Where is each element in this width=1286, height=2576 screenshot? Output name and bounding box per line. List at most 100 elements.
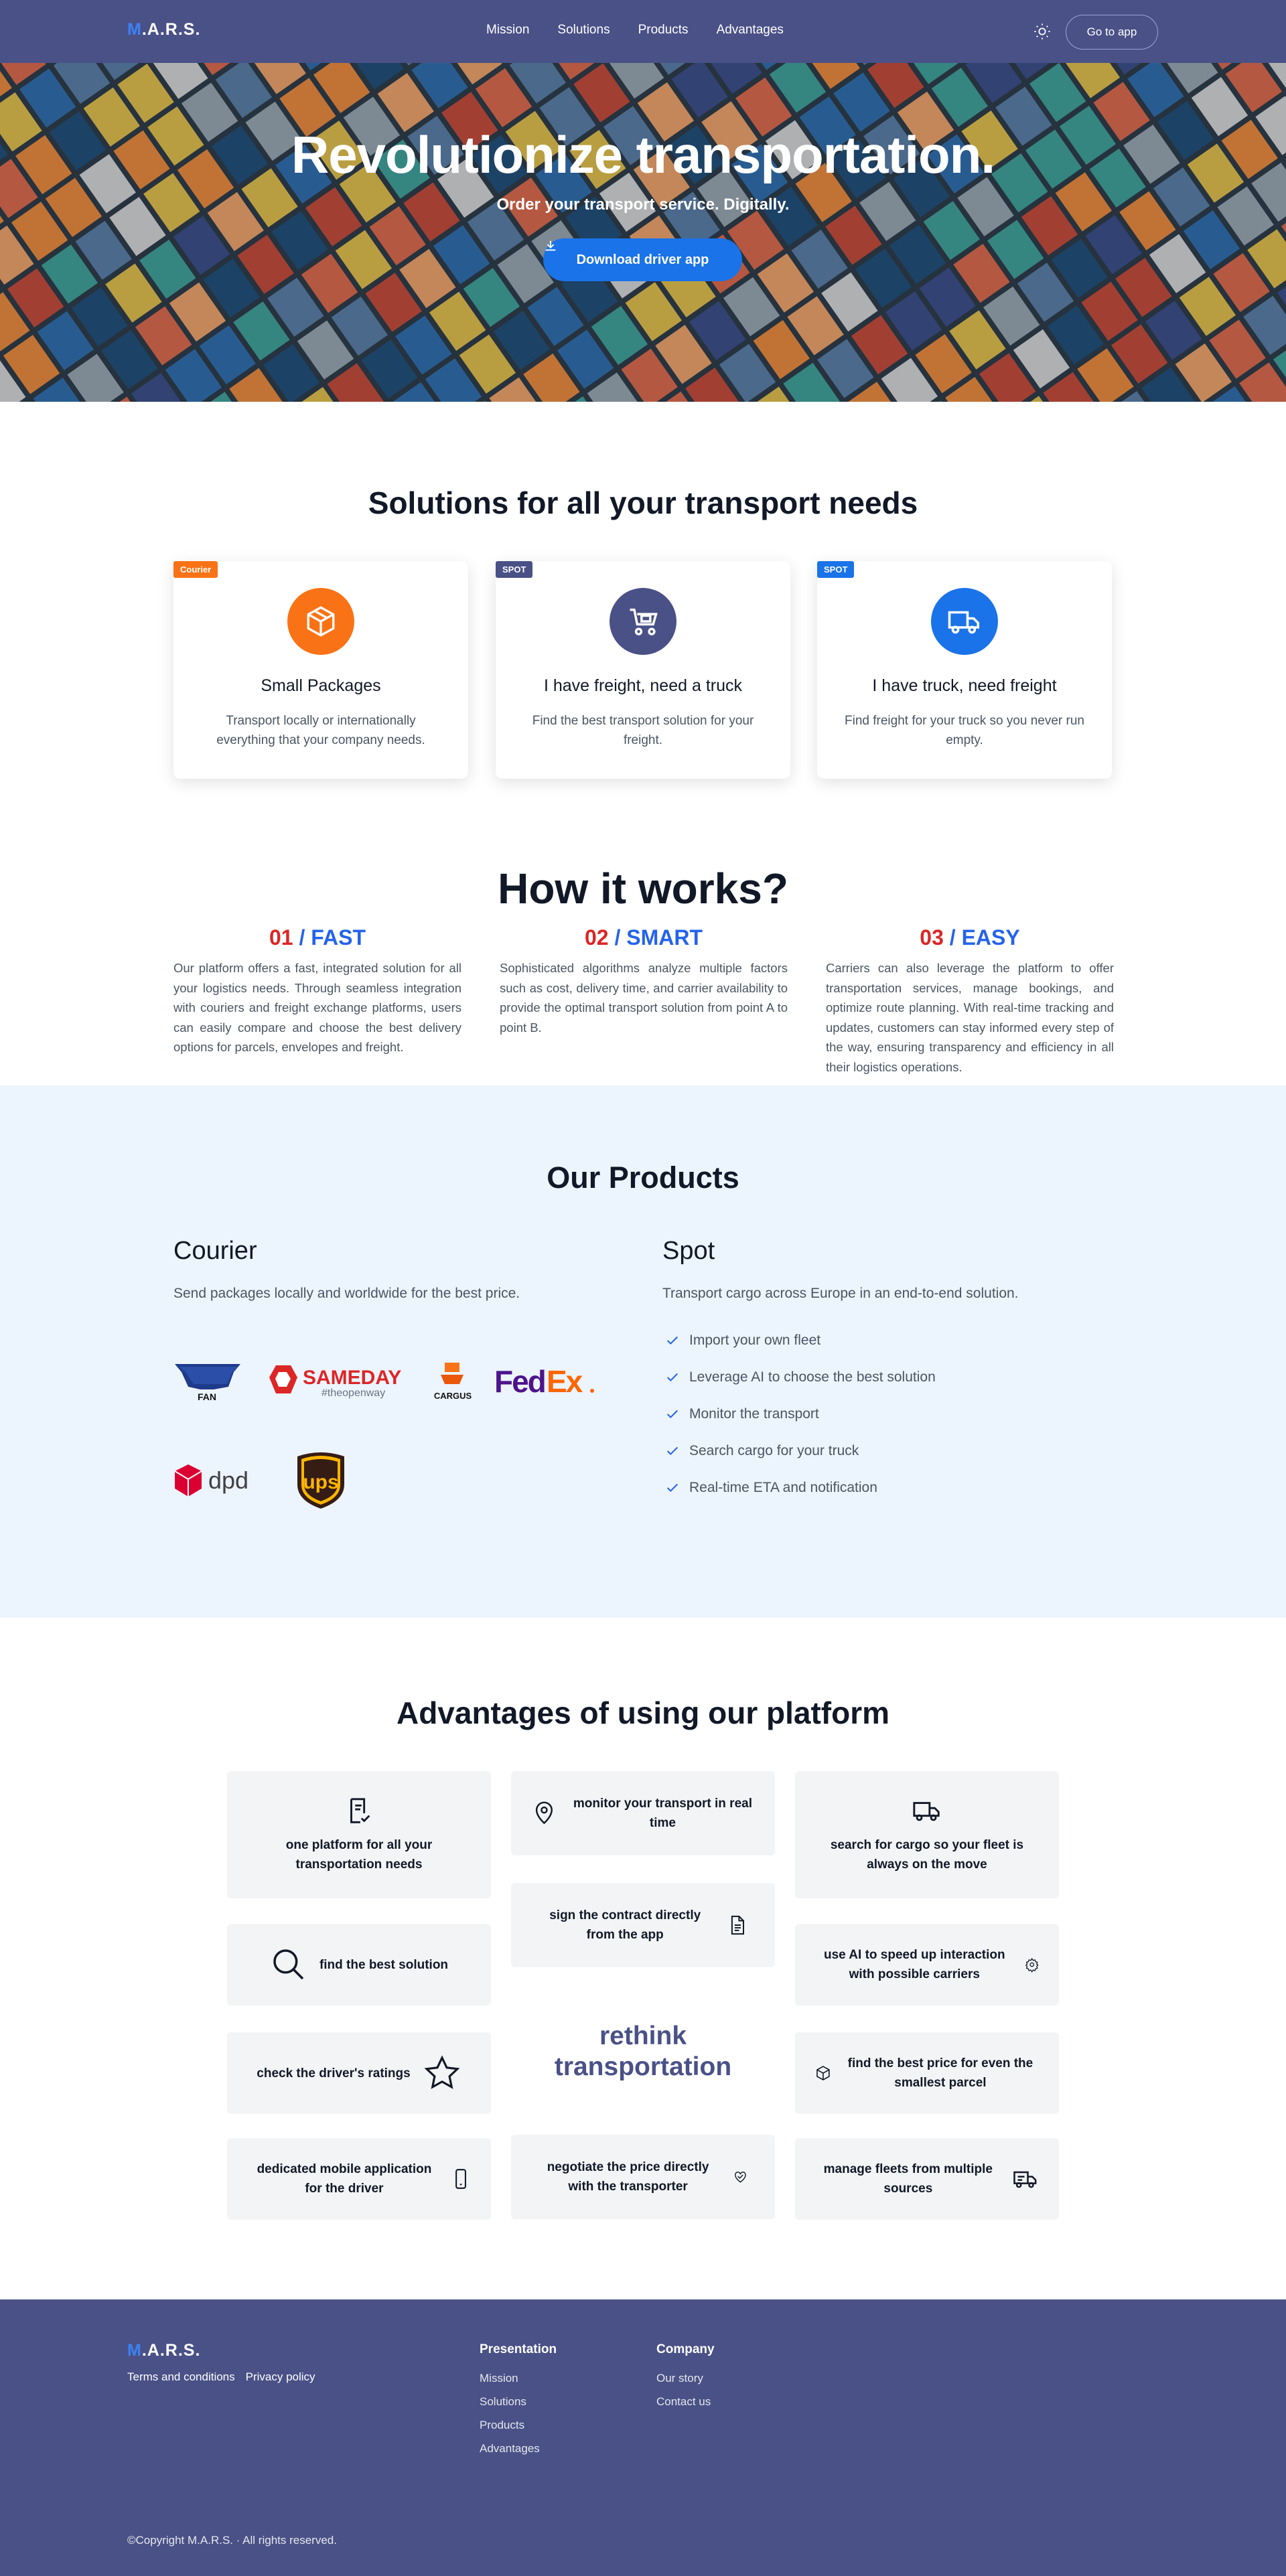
solutions-title: Solutions for all your transport needs (368, 485, 918, 520)
spot-feature: Search cargo for your truck (665, 1443, 859, 1459)
advantage-use-ai: use AI to speed up interaction with poss… (795, 1924, 1059, 2005)
how-it-works-title: How it works? (498, 864, 788, 913)
phone-icon (455, 2169, 466, 2189)
handshake-heart-icon (735, 2172, 746, 2183)
footer-link-contact[interactable]: Contact us (656, 2390, 715, 2413)
step-number: 02 (584, 925, 609, 950)
fedex-logo: Fed Ex (494, 1364, 594, 1399)
advantage-label: use AI to speed up interaction with poss… (823, 1948, 1005, 1981)
card-badge: SPOT (817, 561, 855, 578)
feature-label: Import your own fleet (689, 1333, 821, 1348)
card-badge: SPOT (496, 561, 533, 578)
advantage-monitor-transport: monitor your transport in real time (511, 1771, 775, 1855)
step-text: Our platform offers a fast, integrated s… (173, 961, 461, 1054)
step-number: 03 (920, 925, 944, 950)
sameday-tagline: #theopenway (322, 1387, 385, 1399)
fedex-ex-text: Ex (547, 1364, 583, 1399)
courier-text: Send packages locally and worldwide for … (173, 1286, 520, 1301)
nav-link-advantages[interactable]: Advantages (717, 23, 784, 37)
advantage-label: dedicated mobile application for the dri… (257, 2162, 432, 2196)
privacy-link[interactable]: Privacy policy (246, 2370, 315, 2384)
checklist-icon (350, 1798, 370, 1823)
download-driver-app-button[interactable]: Download driver app (543, 238, 742, 281)
footer-link-solutions[interactable]: Solutions (480, 2390, 557, 2413)
card-text: Transport locally or internationally eve… (216, 714, 425, 747)
advantage-search-cargo: search for cargo so your fleet is always… (795, 1771, 1059, 1898)
map-pin-icon (535, 1801, 553, 1825)
advantage-label: monitor your transport in real time (573, 1797, 752, 1830)
rethink-transportation-tagline: rethink transportation (554, 2022, 732, 2081)
card-title: I have freight, need a truck (543, 676, 742, 695)
card-badge: Courier (173, 561, 218, 578)
step-smart: 02 / SMART Sophisticated algorithms anal… (500, 925, 788, 1037)
step-heading: 01 / FAST (173, 925, 461, 950)
footer-link-our-story[interactable]: Our story (656, 2366, 715, 2390)
footer-column-title: Presentation (480, 2342, 557, 2356)
advantage-label: sign the contract directly from the app (549, 1908, 701, 1942)
legal-links: Terms and conditions Privacy policy (127, 2370, 315, 2384)
nav-link-mission[interactable]: Mission (486, 23, 529, 37)
download-button-label: Download driver app (576, 252, 709, 267)
advantage-label: search for cargo so your fleet is always… (830, 1838, 1024, 1872)
ups-logo-text: ups (303, 1471, 338, 1493)
hero-title: Revolutionize transportation. (291, 125, 995, 184)
footer-column-title: Company (656, 2342, 715, 2356)
check-icon (666, 1446, 678, 1456)
truck-icon (931, 588, 998, 655)
advantage-mobile-app: dedicated mobile application for the dri… (227, 2138, 491, 2220)
footer: M.A.R.S. Terms and conditions Privacy po… (0, 2299, 1286, 2576)
go-to-app-button[interactable]: Go to app (1066, 15, 1158, 50)
step-fast: 01 / FAST Our platform offers a fast, in… (173, 925, 461, 1057)
ups-logo: ups (297, 1452, 344, 1509)
footer-logo[interactable]: M.A.R.S. (127, 2341, 200, 2360)
sun-icon[interactable] (1033, 22, 1052, 41)
footer-link-advantages[interactable]: Advantages (480, 2437, 557, 2460)
check-icon (666, 1483, 678, 1493)
solution-card-truck-need-freight[interactable]: SPOT I have truck, need freight Find fre… (817, 561, 1112, 779)
nav-link-solutions[interactable]: Solutions (557, 23, 610, 37)
advantage-label: find the best price for even the smalles… (847, 2056, 1033, 2090)
advantage-label: check the driver's ratings (257, 2066, 411, 2080)
logo-prefix: M (127, 20, 142, 39)
card-title: Small Packages (261, 676, 381, 695)
cargus-logo: CARGUS (434, 1363, 472, 1401)
products-section: Our Products Courier Send packages local… (0, 1085, 1286, 1618)
spot-text: Transport cargo across Europe in an end-… (662, 1286, 1019, 1301)
check-icon (666, 1410, 678, 1419)
fedex-fed-text: Fed (494, 1364, 545, 1399)
solution-card-small-packages[interactable]: Courier Small Packages Transport locally… (173, 561, 468, 779)
advantage-manage-fleets: manage fleets from multiple sources (795, 2138, 1059, 2220)
fan-courier-logo: FAN (175, 1364, 240, 1402)
advantage-label: manage fleets from multiple sources (823, 2162, 993, 2196)
search-icon (273, 1949, 304, 1980)
footer-link-mission[interactable]: Mission (480, 2366, 557, 2390)
fan-logo-text: FAN (198, 1391, 216, 1402)
dpd-logo-text: dpd (208, 1466, 248, 1494)
hero-subtitle: Order your transport service. Digitally. (496, 196, 790, 214)
step-label: / FAST (299, 925, 366, 950)
logo-text: .A.R.S. (141, 20, 201, 39)
footer-link-products[interactable]: Products (480, 2413, 557, 2437)
footer-logo-prefix: M (127, 2341, 142, 2360)
advantage-one-platform: one platform for all your transportation… (227, 1771, 491, 1898)
logo[interactable]: M.A.R.S. (127, 20, 200, 40)
truck-icon (913, 1802, 940, 1821)
nav-link-products[interactable]: Products (638, 23, 689, 37)
sameday-logo: SAMEDAY #theopenway (269, 1365, 401, 1399)
advantage-sign-contract: sign the contract directly from the app (511, 1883, 775, 1967)
solution-card-freight-need-truck[interactable]: SPOT I have freight, need a truck Find t… (496, 561, 790, 779)
advantage-find-solution: find the best solution (227, 1924, 491, 2005)
truck-icon (1013, 2171, 1037, 2188)
advantage-label: negotiate the price directly with the tr… (547, 2160, 709, 2194)
download-icon (545, 240, 556, 251)
package-icon (816, 2066, 830, 2080)
feature-label: Search cargo for your truck (689, 1443, 859, 1458)
card-text: Find freight for your truck so you never… (845, 714, 1084, 747)
gear-icon (1025, 1957, 1039, 1973)
step-label: / EASY (949, 925, 1020, 950)
footer-presentation-column: Presentation Mission Solutions Products … (480, 2342, 557, 2460)
terms-link[interactable]: Terms and conditions (127, 2370, 235, 2384)
spot-feature: Real-time ETA and notification (665, 1480, 877, 1496)
card-title: I have truck, need freight (872, 676, 1057, 695)
footer-company-column: Company Our story Contact us (656, 2342, 715, 2413)
